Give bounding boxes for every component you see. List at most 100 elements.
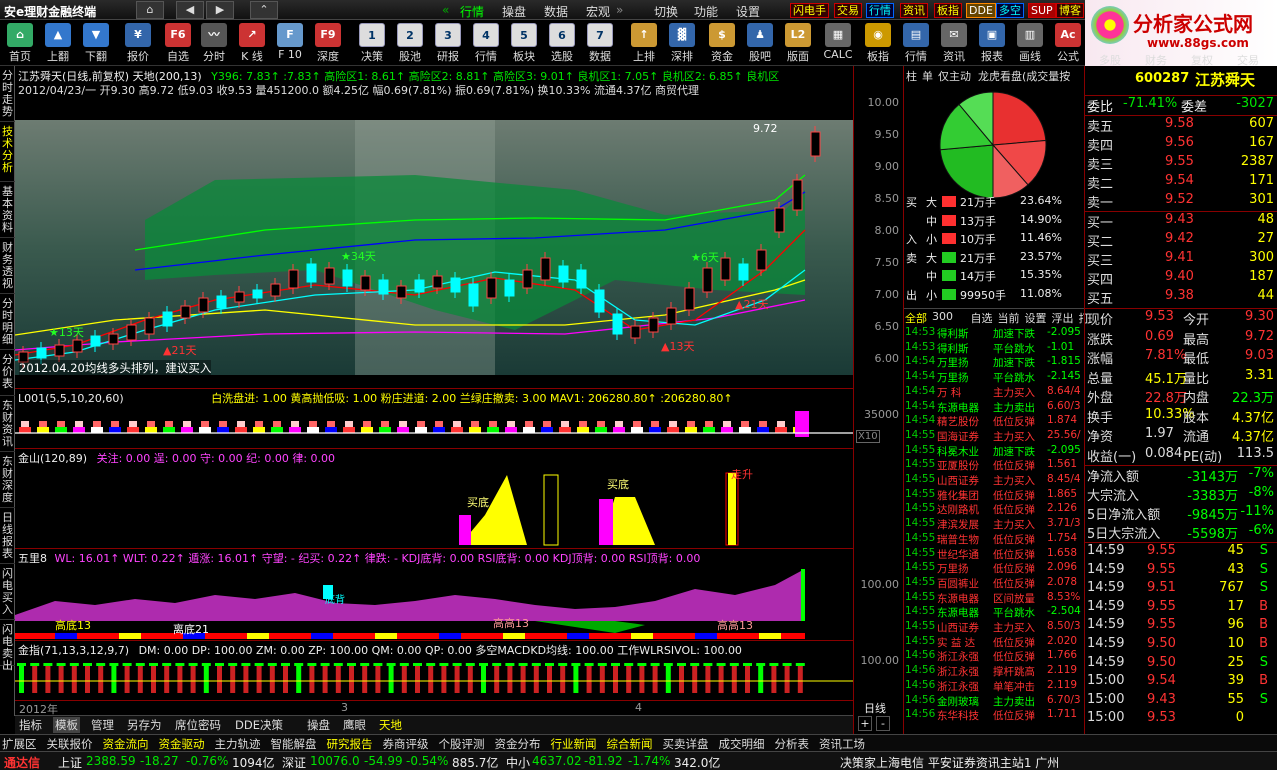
ticker-row[interactable]: 14:55 东源电器 平台跳水 -2.504: [905, 605, 1085, 620]
indicator-tab-2[interactable]: 管理: [89, 717, 116, 733]
tag-sup[interactable]: SUP: [1028, 3, 1056, 18]
ticker-row[interactable]: 14:55 雅化集团 低位反弹 1.865: [905, 488, 1085, 503]
toolbar-btn-17[interactable]: ▓ 深排: [664, 23, 700, 65]
side-tab-0[interactable]: 分时走势: [0, 66, 15, 122]
toolbar-btn-8[interactable]: F9 深度: [310, 23, 346, 65]
tag-duokong[interactable]: 多空: [996, 3, 1024, 18]
indicator-tab-4[interactable]: 席位密码: [173, 717, 223, 733]
function-tab-4[interactable]: 主力轨迹: [215, 736, 261, 752]
toolbar-btn-5[interactable]: 〰分时: [196, 23, 232, 65]
menu-hangqing[interactable]: 行情: [460, 3, 484, 20]
menu-hongguan[interactable]: 宏观: [586, 3, 610, 20]
tick-filter-5[interactable]: 浮出: [1052, 310, 1074, 326]
indicator-tab-5[interactable]: DDE决策: [233, 717, 285, 733]
menu-shuju[interactable]: 数据: [544, 3, 568, 20]
indicator-tab-3[interactable]: 另存为: [125, 717, 164, 733]
tick-filter-4[interactable]: 设置: [1025, 310, 1047, 326]
ticker-row[interactable]: 14:55 达刚路机 低位反弹 2.126: [905, 502, 1085, 517]
toolbar-btn-4[interactable]: F6 自选: [160, 23, 196, 65]
function-tab-8[interactable]: 个股评测: [439, 736, 485, 752]
ticker-row[interactable]: 14:56 金刚玻璃 主力卖出 6.70/3: [905, 694, 1085, 709]
quote-top-tab-0[interactable]: 多股: [1099, 52, 1121, 68]
function-tab-14[interactable]: 分析表: [775, 736, 810, 752]
bids-row[interactable]: 买二 9.42 27: [1085, 231, 1277, 250]
ticker-row[interactable]: 14:55 国海证券 主力买入 25.56/: [905, 429, 1085, 444]
ticker-row[interactable]: 14:55 世纪华通 低位反弹 1.658: [905, 547, 1085, 562]
quote-top-tab-1[interactable]: 财务: [1145, 52, 1167, 68]
jinzhi-canvas[interactable]: [15, 657, 853, 701]
tick-filter-0[interactable]: 全部: [905, 310, 927, 326]
function-tab-13[interactable]: 成交明细: [719, 736, 765, 752]
function-tab-10[interactable]: 行业新闻: [551, 736, 597, 752]
ticker-row[interactable]: 14:56 东华科技 低位反弹 1.711: [905, 708, 1085, 723]
tag-banzhi[interactable]: 板指: [934, 3, 962, 18]
indicator-tab-8[interactable]: 天地: [377, 717, 404, 733]
asks-row[interactable]: 卖一 9.52 301: [1085, 192, 1277, 211]
function-tab-0[interactable]: 扩展区: [2, 736, 37, 752]
ticker-row[interactable]: 14:55 万里扬 低位反弹 2.096: [905, 561, 1085, 576]
tick-filter-1[interactable]: 300: [932, 310, 953, 323]
toolbar-btn-23[interactable]: ▤ 行情: [898, 23, 934, 65]
toolbar-btn-18[interactable]: $ 资金: [704, 23, 740, 65]
tag-hangqing[interactable]: 行情: [866, 3, 894, 18]
toolbar-btn-13[interactable]: 5 板块: [506, 23, 542, 65]
ticker-row[interactable]: 14:56 浙江永强 单笔冲击 2.119: [905, 679, 1085, 694]
toolbar-btn-25[interactable]: ▣ 报表: [974, 23, 1010, 65]
tag-jiaoyi[interactable]: 交易: [834, 3, 862, 18]
ticker-row[interactable]: 14:54 精艺股份 低位反弹 1.874: [905, 414, 1085, 429]
period-daily[interactable]: 日线: [864, 700, 886, 716]
ticker-row[interactable]: 14:55 津滨发展 主力买入 3.71/3: [905, 517, 1085, 532]
ticker-row[interactable]: 14:55 实 益 达 低位反弹 2.020: [905, 635, 1085, 650]
tick-tab-3[interactable]: 龙虎看盘(成交量按: [978, 68, 1070, 84]
bids-row[interactable]: 买一 9.43 48: [1085, 212, 1277, 231]
indicator-tab-6[interactable]: 操盘: [305, 717, 332, 733]
side-tab-8[interactable]: 日线报表: [0, 508, 15, 564]
toolbar-btn-3[interactable]: ¥ 报价: [120, 23, 156, 65]
asks-row[interactable]: 卖五 9.58 607: [1085, 116, 1277, 135]
function-tab-12[interactable]: 买卖详盘: [663, 736, 709, 752]
function-tab-9[interactable]: 资金分布: [495, 736, 541, 752]
ticker-row[interactable]: 14:54 万里扬 平台跳水 -2.145: [905, 370, 1085, 385]
quote-top-tab-2[interactable]: 复权: [1191, 52, 1213, 68]
function-tab-11[interactable]: 综合新闻: [607, 736, 653, 752]
toolbar-btn-11[interactable]: 3 研报: [430, 23, 466, 65]
toolbar-btn-15[interactable]: 7 数据: [582, 23, 618, 65]
l001-canvas[interactable]: [15, 409, 853, 449]
ticker-row[interactable]: 14:55 山西证券 主力买入 8.50/3: [905, 620, 1085, 635]
side-tab-10[interactable]: 闪电卖出: [0, 620, 15, 672]
toolbar-btn-26[interactable]: ▥ 画线: [1012, 23, 1048, 65]
toolbar-btn-21[interactable]: ▦ CALC: [820, 23, 856, 65]
kline-canvas[interactable]: [15, 120, 853, 388]
side-tab-3[interactable]: 财务透视: [0, 238, 15, 294]
ticker-row[interactable]: 14:55 科冕木业 加速下跌 -2.095: [905, 444, 1085, 459]
indicator-tab-1[interactable]: 模板: [53, 717, 80, 733]
toolbar-btn-2[interactable]: ▼ 下翻: [78, 23, 114, 65]
back-icon[interactable]: ◀: [176, 1, 204, 19]
tag-dde[interactable]: DDE: [966, 3, 996, 18]
toolbar-btn-19[interactable]: ♟ 股吧: [742, 23, 778, 65]
ticker-row[interactable]: 14:54 万 科 主力买入 8.64/4: [905, 385, 1085, 400]
toolbar-btn-22[interactable]: ◉ 板指: [860, 23, 896, 65]
ticker-row[interactable]: 14:54 万里扬 加速下跌 -1.815: [905, 355, 1085, 370]
function-tab-5[interactable]: 智能解盘: [271, 736, 317, 752]
toolbar-btn-14[interactable]: 6 选股: [544, 23, 580, 65]
collapse-icon[interactable]: ⌃: [250, 1, 278, 19]
function-tab-1[interactable]: 关联报价: [47, 736, 93, 752]
ticker-row[interactable]: 14:53 得利斯 平台跳水 -1.01: [905, 341, 1085, 356]
ticker-row[interactable]: 14:55 百圆裤业 低位反弹 2.078: [905, 576, 1085, 591]
menu-caopan[interactable]: 操盘: [502, 3, 526, 20]
ticker-row[interactable]: 14:55 亚厦股份 低位反弹 1.561: [905, 458, 1085, 473]
bids-row[interactable]: 买三 9.41 300: [1085, 250, 1277, 269]
asks-row[interactable]: 卖三 9.55 2387: [1085, 154, 1277, 173]
forward-icon[interactable]: ▶: [206, 1, 234, 19]
toolbar-btn-27[interactable]: Ac 公式: [1050, 23, 1086, 65]
side-tab-7[interactable]: 东财深度: [0, 452, 15, 508]
ticker-row[interactable]: 14:56 浙江永强 撑杆跳高 2.119: [905, 664, 1085, 679]
ticker-row[interactable]: 14:53 得利斯 加速下跌 -2.095: [905, 326, 1085, 341]
toolbar-btn-1[interactable]: ▲ 上翻: [40, 23, 76, 65]
ticker-row[interactable]: 14:54 东源电器 主力卖出 6.60/3: [905, 400, 1085, 415]
quote-top-tab-3[interactable]: 交易: [1237, 52, 1259, 68]
menu-shezhi[interactable]: 设置: [736, 3, 760, 20]
side-tab-2[interactable]: 基本资料: [0, 182, 15, 238]
toolbar-btn-24[interactable]: ✉ 资讯: [936, 23, 972, 65]
